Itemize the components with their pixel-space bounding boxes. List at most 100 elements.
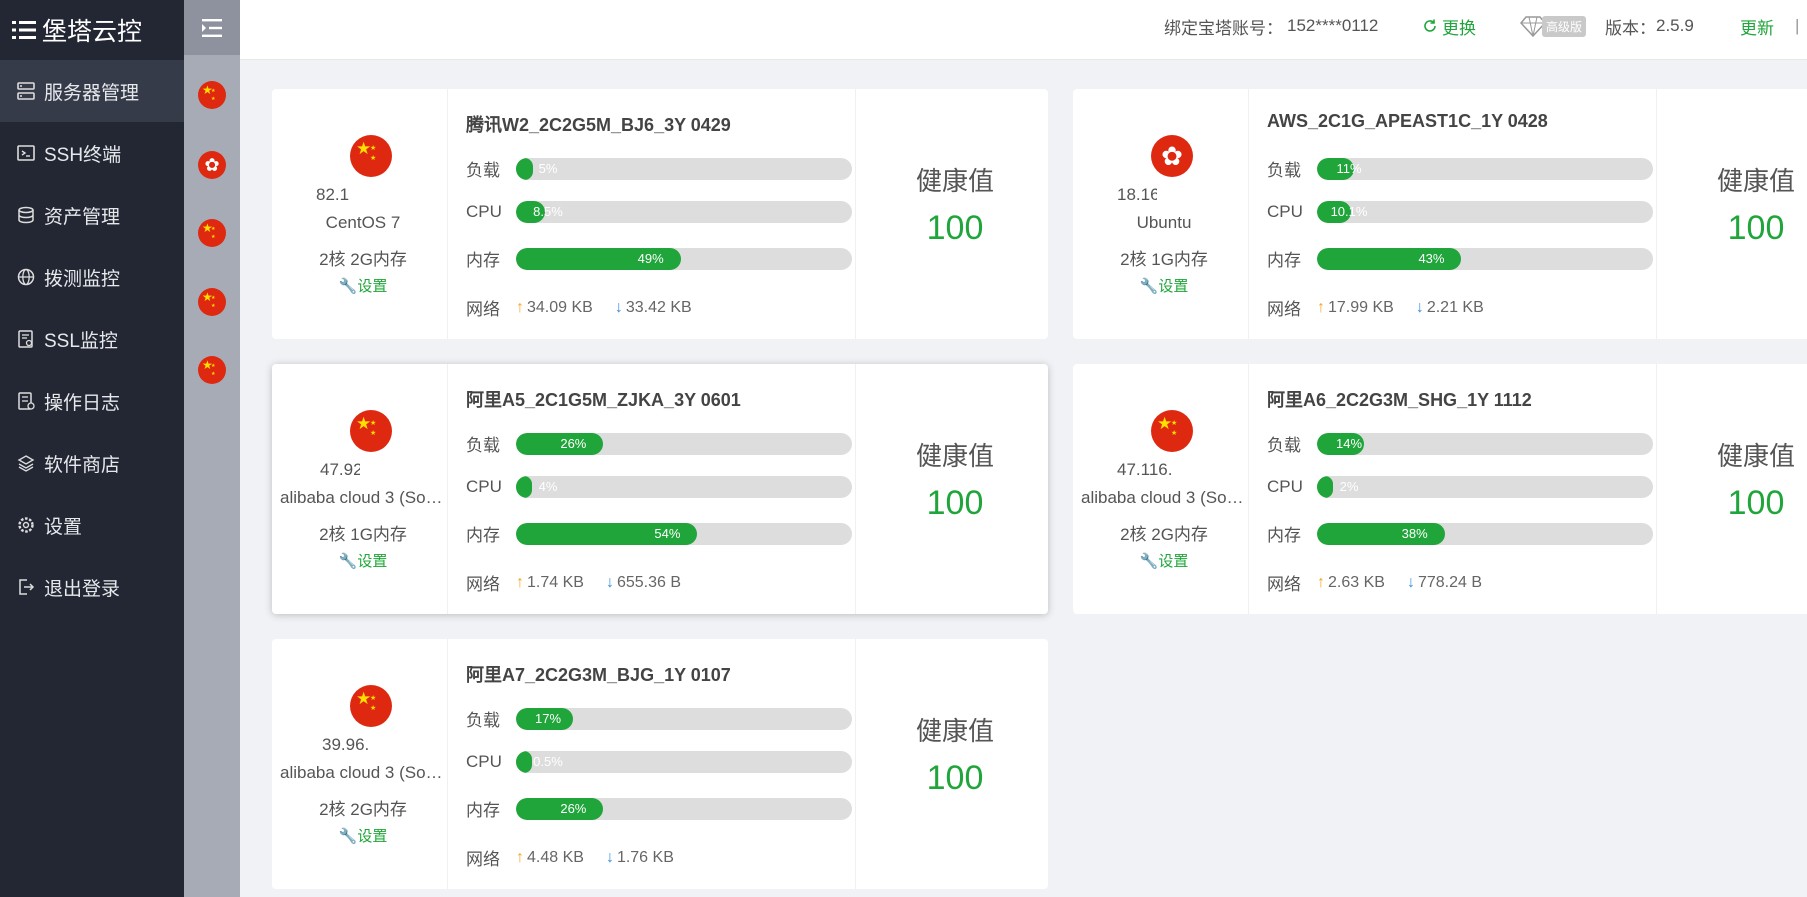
- load-percent: 5%: [538, 160, 558, 176]
- health-panel: 健康值 100: [1663, 89, 1807, 339]
- edition-badge[interactable]: 高级版: [1520, 0, 1587, 52]
- cpu-percent: 4%: [538, 479, 558, 494]
- server-settings-link[interactable]: 🔧设置: [280, 550, 446, 571]
- load-bar: 17%: [516, 707, 852, 730]
- globe-icon: [14, 265, 38, 289]
- network-up: 4.48 KB: [527, 848, 584, 866]
- sidebar-item-label: 拨测监控: [44, 268, 121, 290]
- arrow-down-icon: ↓: [1415, 298, 1424, 316]
- memory-row: 内存 43%: [1267, 246, 1657, 271]
- china-flag-icon[interactable]: [198, 356, 226, 384]
- logout-icon: [14, 575, 38, 599]
- server-name[interactable]: 阿里A5_2C1G5M_ZJKA_3Y 0601: [466, 386, 741, 412]
- memory-label: 内存: [466, 526, 500, 545]
- server-info: 47.92 alibaba cloud 3 (Soaring Falcon) 2…: [272, 364, 448, 614]
- network-down: 655.36 B: [616, 573, 681, 591]
- wrench-icon: 🔧: [338, 553, 358, 570]
- network-label: 网络: [466, 300, 500, 319]
- load-percent: 11%: [1336, 160, 1362, 176]
- server-settings-link[interactable]: 🔧设置: [1081, 275, 1247, 296]
- load-label: 负载: [466, 161, 500, 180]
- sidebar-item-label: 服务器管理: [44, 82, 140, 104]
- load-label: 负载: [1267, 161, 1301, 180]
- china-flag-icon[interactable]: [198, 81, 226, 109]
- health-label: 健康值: [915, 441, 994, 471]
- network-up: 1.74 KB: [527, 573, 584, 591]
- cpu-row: CPU 2%: [1267, 476, 1657, 498]
- china-flag-icon[interactable]: [198, 288, 226, 316]
- server-spec: 2核 2G内存: [319, 250, 407, 269]
- version-info: 版本： 2.5.9: [1605, 0, 1694, 52]
- update-link[interactable]: 更新: [1740, 0, 1774, 52]
- server-os: Ubuntu: [1136, 213, 1192, 232]
- load-bar: 5%: [516, 157, 852, 180]
- health-panel: 健康值 100: [1663, 364, 1807, 614]
- sidebar-item-logs[interactable]: 操作日志: [0, 370, 184, 432]
- sidebar-item-store[interactable]: 软件商店: [0, 432, 184, 494]
- cpu-row: CPU 0.5%: [466, 751, 856, 773]
- server-os: CentOS 7: [325, 213, 401, 232]
- server-name[interactable]: AWS_2C1G_APEAST1C_1Y 0428: [1267, 111, 1548, 132]
- server-settings-link[interactable]: 🔧设置: [280, 275, 446, 296]
- separator-text: |: [1795, 16, 1800, 35]
- china-flag-icon: [1151, 410, 1193, 452]
- server-info: 82.1 CentOS 7 2核 2G内存 🔧设置: [272, 89, 448, 339]
- server-os: alibaba cloud 3 (Soaring Falcon): [280, 763, 446, 782]
- memory-bar: 26%: [516, 797, 852, 820]
- server-info: 47.116. alibaba cloud 3 (Soaring Falcon)…: [1073, 364, 1249, 614]
- sidebar-item-probe[interactable]: 拨测监控: [0, 246, 184, 308]
- app-logo[interactable]: 堡塔云控: [0, 0, 184, 60]
- china-flag-icon: [350, 410, 392, 452]
- collapse-sidebar-button[interactable]: [184, 0, 240, 55]
- health-label: 健康值: [1716, 441, 1795, 471]
- server-ip: 47.116.: [1117, 460, 1173, 479]
- network-row: 网络 ↑ 1.74 KB ↓ 655.36 B: [466, 570, 681, 595]
- server-card[interactable]: 47.92 alibaba cloud 3 (Soaring Falcon) 2…: [272, 364, 1048, 614]
- cpu-label: CPU: [466, 477, 502, 496]
- server-card[interactable]: 39.96. alibaba cloud 3 (Soaring Falcon) …: [272, 639, 1048, 889]
- settings-label: 设置: [357, 278, 388, 295]
- memory-label: 内存: [466, 251, 500, 270]
- server-os: alibaba cloud 3 (Soaring Falcon): [1081, 488, 1247, 507]
- sidebar-item-ssh[interactable]: SSH终端: [0, 122, 184, 184]
- china-flag-icon[interactable]: [198, 219, 226, 247]
- memory-label: 内存: [466, 801, 500, 820]
- china-flag-icon: [350, 685, 392, 727]
- terminal-icon: [14, 141, 38, 165]
- server-card[interactable]: 82.1 CentOS 7 2核 2G内存 🔧设置 腾讯W2_2C2G5M_BJ…: [272, 89, 1048, 339]
- server-name[interactable]: 腾讯W2_2C2G5M_BJ6_3Y 0429: [466, 111, 731, 137]
- settings-label: 设置: [1158, 278, 1189, 295]
- network-label: 网络: [1267, 575, 1301, 594]
- cpu-label: CPU: [1267, 477, 1303, 496]
- sidebar-item-server-management[interactable]: 服务器管理: [0, 60, 184, 122]
- memory-percent: 43%: [1418, 250, 1445, 266]
- server-card[interactable]: 18.16 Ubuntu 2核 1G内存 🔧设置 AWS_2C1G_APEAST…: [1073, 89, 1807, 339]
- server-name[interactable]: 阿里A7_2C2G3M_BJG_1Y 0107: [466, 661, 731, 687]
- server-card[interactable]: 47.116. alibaba cloud 3 (Soaring Falcon)…: [1073, 364, 1807, 614]
- arrow-down-icon: ↓: [1406, 573, 1415, 591]
- cpu-bar: 4%: [516, 476, 852, 498]
- server-metrics: 阿里A5_2C1G5M_ZJKA_3Y 0601 负载 26% CPU 4% 内存 5…: [466, 364, 856, 614]
- sidebar-item-logout[interactable]: 退出登录: [0, 556, 184, 618]
- sidebar-item-ssl[interactable]: SSL监控: [0, 308, 184, 370]
- change-account-button[interactable]: 更换: [1422, 0, 1476, 52]
- sidebar-item-assets[interactable]: 资产管理: [0, 184, 184, 246]
- hong-kong-flag-icon: [1151, 135, 1193, 177]
- settings-label: 设置: [1158, 553, 1189, 570]
- sidebar-item-settings[interactable]: 设置: [0, 494, 184, 556]
- cpu-row: CPU 4%: [466, 476, 856, 498]
- arrow-down-icon: ↓: [605, 573, 614, 591]
- load-label: 负载: [1267, 436, 1301, 455]
- wrench-icon: 🔧: [1139, 278, 1159, 295]
- server-ip: 18.16: [1117, 185, 1157, 204]
- server-spec: 2核 1G内存: [1120, 250, 1208, 269]
- network-down: 33.42 KB: [625, 298, 692, 316]
- server-name[interactable]: 阿里A6_2C2G3M_SHG_1Y 1112: [1267, 386, 1532, 412]
- hong-kong-flag-icon[interactable]: [198, 151, 226, 179]
- memory-percent: 38%: [1401, 525, 1428, 541]
- server-settings-link[interactable]: 🔧设置: [1081, 550, 1247, 571]
- health-label: 健康值: [1716, 166, 1795, 196]
- memory-bar: 43%: [1317, 247, 1653, 270]
- server-settings-link[interactable]: 🔧设置: [280, 825, 446, 846]
- account-info: 绑定宝塔账号： 152****0112: [1164, 0, 1378, 52]
